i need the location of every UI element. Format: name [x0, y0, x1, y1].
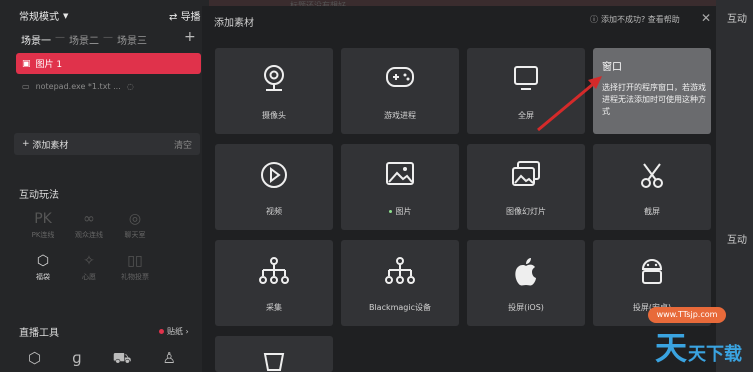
watermark-url: www.TTsjp.com	[648, 307, 726, 323]
app-window: { "left": { "mode": "常规模式", "guide": "导播…	[0, 0, 753, 372]
watermark-text: 天下载	[688, 344, 742, 365]
annotation-arrow	[537, 76, 602, 132]
watermark-logo: 天	[655, 329, 688, 367]
